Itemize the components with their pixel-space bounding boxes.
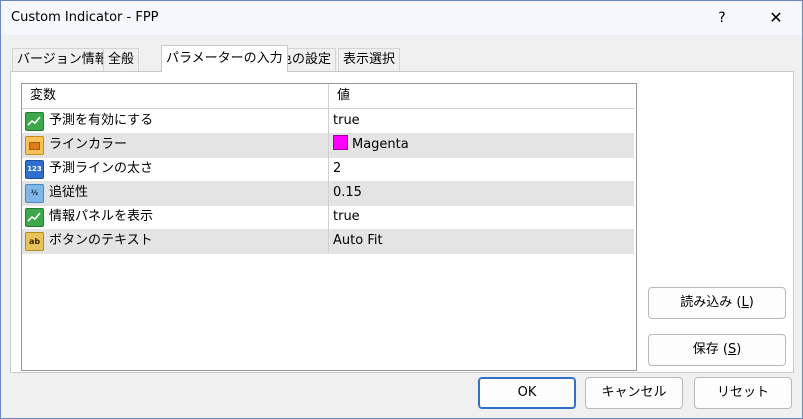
param-name: ボタンのテキスト: [49, 233, 153, 248]
param-value: Magenta: [352, 137, 409, 152]
row-name-cell: 123 予測ラインの太さ: [22, 157, 328, 181]
row-name-cell: ラインカラー: [22, 133, 328, 157]
bool-icon: [25, 208, 44, 227]
param-name: 予測を有効にする: [49, 113, 154, 128]
load-button[interactable]: 読み込み (L): [648, 287, 786, 319]
param-value[interactable]: 2: [329, 157, 638, 181]
param-value[interactable]: Auto Fit: [329, 229, 638, 253]
param-value[interactable]: true: [329, 205, 638, 229]
help-button[interactable]: ?: [711, 7, 733, 29]
param-name: 予測ラインの太さ: [49, 161, 154, 176]
string-icon: ab: [25, 232, 44, 251]
param-name: 情報パネルを表示: [49, 209, 154, 224]
row-name-cell: ab ボタンのテキスト: [22, 229, 328, 253]
parameter-grid[interactable]: 変数 値 予測を有効にする true ラインカラー Magenta 123 予測…: [21, 83, 637, 371]
save-accesskey: S: [727, 342, 737, 357]
tab-version-info[interactable]: バージョン情報: [12, 48, 113, 71]
param-name: 追従性: [49, 185, 89, 200]
cancel-button[interactable]: キャンセル: [585, 377, 683, 409]
load-accesskey: L: [741, 295, 749, 310]
row-name-cell: ½ 追従性: [22, 181, 328, 205]
header-variable[interactable]: 変数: [22, 84, 328, 108]
save-button[interactable]: 保存 (S): [648, 334, 786, 366]
color-icon: [25, 136, 44, 155]
load-label: 読み込み (: [680, 295, 742, 310]
load-suffix: ): [748, 295, 754, 310]
tab-display[interactable]: 表示選択: [338, 48, 401, 71]
magenta-swatch: [333, 135, 348, 150]
int-icon: 123: [25, 160, 44, 179]
save-label: 保存 (: [692, 342, 728, 357]
param-value[interactable]: 0.15: [329, 181, 638, 205]
title-bar: Custom Indicator - FPP ? ✕: [1, 1, 802, 35]
double-icon: ½: [25, 184, 44, 203]
row-name-cell: 情報パネルを表示: [22, 205, 328, 229]
tab-general[interactable]: 全般: [103, 48, 140, 71]
tab-parameters[interactable]: パラメーターの入力: [161, 45, 288, 72]
column-divider: [328, 84, 329, 252]
ok-button[interactable]: OK: [478, 377, 576, 409]
window-title: Custom Indicator - FPP: [11, 10, 159, 25]
reset-button[interactable]: リセット: [694, 377, 792, 409]
row-name-cell: 予測を有効にする: [22, 109, 328, 133]
save-suffix: ): [736, 342, 742, 357]
close-button[interactable]: ✕: [765, 7, 787, 29]
param-value[interactable]: true: [329, 109, 638, 133]
header-value[interactable]: 値: [329, 84, 634, 108]
param-value-cell[interactable]: Magenta: [329, 133, 638, 157]
param-name: ラインカラー: [49, 137, 128, 152]
bool-icon: [25, 112, 44, 131]
